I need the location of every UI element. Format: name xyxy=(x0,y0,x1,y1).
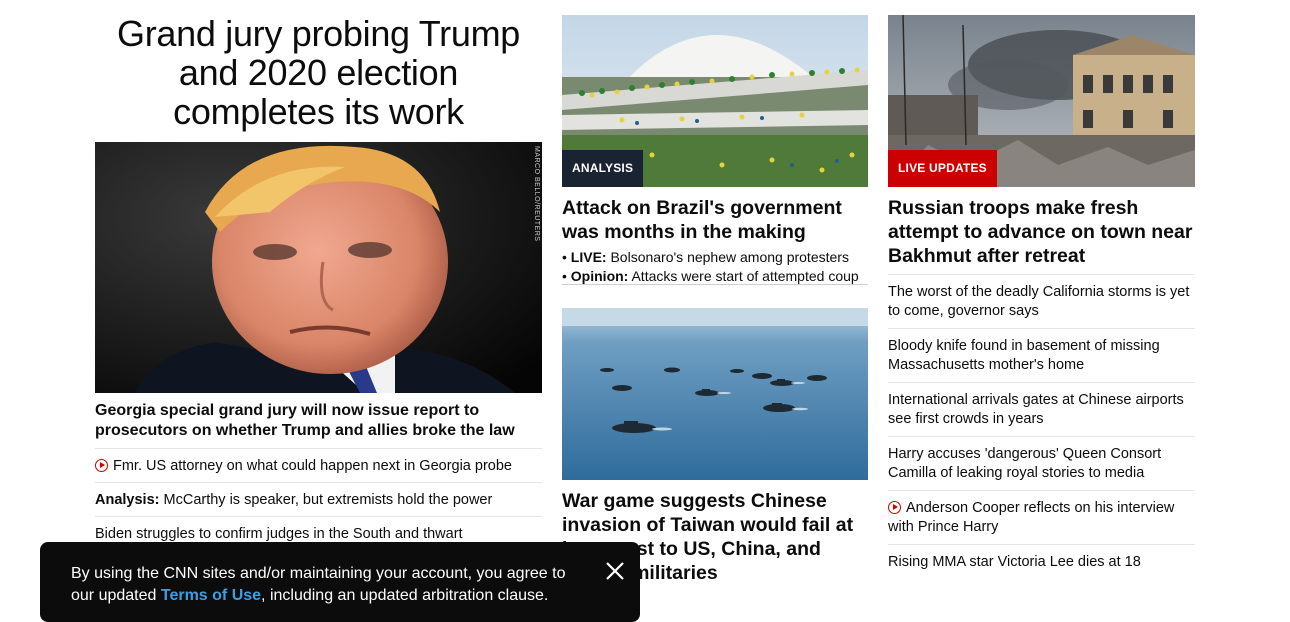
banner-text-after: , including an updated arbitration claus… xyxy=(261,587,549,604)
list-item-text: McCarthy is speaker, but extremists hold… xyxy=(159,492,493,508)
live-updates-label: LIVE UPDATES xyxy=(888,150,997,187)
list-item[interactable]: Bloody knife found in basement of missin… xyxy=(888,328,1195,382)
list-item[interactable]: Analysis: McCarthy is speaker, but extre… xyxy=(95,482,542,516)
taiwan-image[interactable] xyxy=(562,308,868,480)
analysis-label: ANALYSIS xyxy=(562,150,644,187)
bullet-text: Bolsonaro's nephew among protesters xyxy=(606,249,849,265)
russia-headline[interactable]: Russian troops make fresh attempt to adv… xyxy=(888,196,1195,268)
list-item[interactable]: Rising MMA star Victoria Lee dies at 18 xyxy=(888,544,1195,579)
image-credit: MARCO BELLO/REUTERS xyxy=(533,146,540,242)
list-item[interactable]: International arrivals gates at Chinese … xyxy=(888,382,1195,436)
list-item-text: Fmr. US attorney on what could happen ne… xyxy=(113,458,512,474)
brazil-bullets: • LIVE: Bolsonaro's nephew among protest… xyxy=(562,248,868,286)
list-item-text: Rising MMA star Victoria Lee dies at 18 xyxy=(888,554,1141,570)
bullet-prefix: Opinion: xyxy=(570,268,629,284)
taiwan-photo xyxy=(562,308,868,480)
list-item-text: The worst of the deadly California storm… xyxy=(888,284,1190,319)
brazil-image[interactable]: ANALYSIS xyxy=(562,15,868,187)
hero-subheadline[interactable]: Georgia special grand jury will now issu… xyxy=(95,401,542,441)
terms-of-use-link[interactable]: Terms of Use xyxy=(161,587,261,604)
close-icon xyxy=(606,562,624,580)
divider xyxy=(562,284,868,285)
list-item-text: Anderson Cooper reflects on his intervie… xyxy=(888,500,1175,535)
bakhmut-image[interactable]: LIVE UPDATES xyxy=(888,15,1195,187)
trump-photo xyxy=(95,142,542,393)
hero-headline[interactable]: Grand jury probing Trump and 2020 electi… xyxy=(95,14,542,131)
list-item-prefix: Analysis: xyxy=(95,492,160,508)
list-item[interactable]: • LIVE: Bolsonaro's nephew among protest… xyxy=(562,248,868,267)
list-item-text: Harry accuses 'dangerous' Queen Consort … xyxy=(888,446,1162,481)
brazil-headline[interactable]: Attack on Brazil's government was months… xyxy=(562,196,868,244)
list-item-text: International arrivals gates at Chinese … xyxy=(888,392,1184,427)
list-item[interactable]: Fmr. US attorney on what could happen ne… xyxy=(95,448,542,482)
terms-banner: By using the CNN sites and/or maintainin… xyxy=(40,542,640,622)
list-item[interactable]: Harry accuses 'dangerous' Queen Consort … xyxy=(888,436,1195,490)
list-item-text: Bloody knife found in basement of missin… xyxy=(888,338,1160,373)
hero-image-trump[interactable]: MARCO BELLO/REUTERS xyxy=(95,142,542,393)
close-banner-button[interactable] xyxy=(604,560,626,582)
headlines-list: The worst of the deadly California storm… xyxy=(888,274,1195,579)
list-item[interactable]: Anderson Cooper reflects on his intervie… xyxy=(888,490,1195,544)
video-play-icon xyxy=(95,459,108,472)
hero-related-list: Fmr. US attorney on what could happen ne… xyxy=(95,448,542,550)
list-item-text: Biden struggles to confirm judges in the… xyxy=(95,526,463,542)
list-item[interactable]: The worst of the deadly California storm… xyxy=(888,274,1195,328)
bullet-text: Attacks were start of attempted coup xyxy=(628,268,859,284)
bullet-prefix: LIVE: xyxy=(570,249,607,265)
banner-text: By using the CNN sites and/or maintainin… xyxy=(71,563,586,607)
video-play-icon xyxy=(888,501,901,514)
